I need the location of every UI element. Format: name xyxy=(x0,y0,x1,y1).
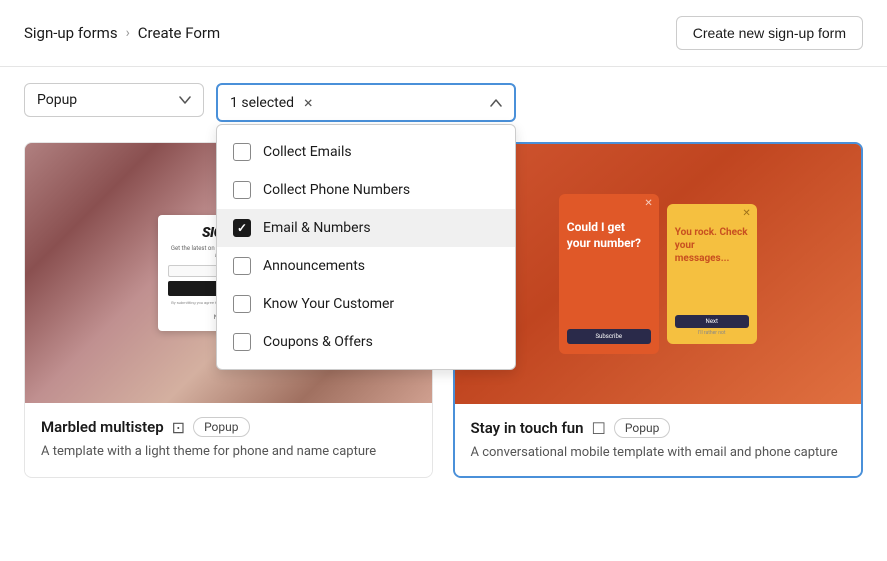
card-badge-marbled: Popup xyxy=(193,417,249,437)
dropdown-item-email-numbers[interactable]: ✓ Email & Numbers xyxy=(217,209,515,247)
card-title-stay: Stay in touch fun xyxy=(471,419,584,437)
filter-select-inner: 1 selected × xyxy=(230,93,313,112)
page-header: Sign-up forms › Create Form Create new s… xyxy=(0,0,887,67)
dropdown-label-collect-emails: Collect Emails xyxy=(263,144,352,160)
form-type-value: Popup xyxy=(37,92,77,108)
toolbar: Popup 1 selected × Collect Emails xyxy=(0,67,887,138)
convo-card-1: ✕ Could I get your number? Subscribe xyxy=(559,194,659,354)
convo-card1-close-icon: ✕ xyxy=(644,198,652,209)
desktop-icon: ⊡ xyxy=(172,418,185,437)
dropdown-label-coupons-offers: Coupons & Offers xyxy=(263,334,373,350)
convo-card2-next-btn: Next xyxy=(675,315,749,328)
card-title-marbled: Marbled multistep xyxy=(41,418,164,436)
dropdown-label-know-customer: Know Your Customer xyxy=(263,296,394,312)
dropdown-item-know-customer[interactable]: Know Your Customer xyxy=(217,285,515,323)
dropdown-item-announcements[interactable]: Announcements xyxy=(217,247,515,285)
convo-card2-text: You rock. Check your messages... xyxy=(675,226,749,265)
dropdown-label-email-numbers: Email & Numbers xyxy=(263,220,371,236)
dropdown-item-collect-phone[interactable]: Collect Phone Numbers xyxy=(217,171,515,209)
dropdown-label-collect-phone: Collect Phone Numbers xyxy=(263,182,410,198)
convo-card1-text: Could I get your number? xyxy=(567,220,651,251)
convo-card2-close-icon: ✕ xyxy=(742,208,750,219)
form-type-select[interactable]: Popup xyxy=(24,83,204,117)
checkbox-announcements[interactable] xyxy=(233,257,251,275)
card-title-row-marbled: Marbled multistep ⊡ Popup xyxy=(41,417,416,437)
card-badge-stay: Popup xyxy=(614,418,670,438)
checkbox-know-customer[interactable] xyxy=(233,295,251,313)
card-desc-stay: A conversational mobile template with em… xyxy=(471,444,846,462)
create-new-signup-form-button[interactable]: Create new sign-up form xyxy=(676,16,863,50)
breadcrumb-signupforms[interactable]: Sign-up forms xyxy=(24,24,118,42)
dropdown-item-collect-emails[interactable]: Collect Emails xyxy=(217,133,515,171)
card-info-marbled: Marbled multistep ⊡ Popup A template wit… xyxy=(25,403,432,475)
filter-select[interactable]: 1 selected × xyxy=(216,83,516,122)
convo-card2-no-btn: I'll rather not xyxy=(675,330,749,336)
convo-card-2: ✕ You rock. Check your messages... Next … xyxy=(667,204,757,344)
card-title-row-stay: Stay in touch fun ☐ Popup xyxy=(471,418,846,438)
chevron-down-icon xyxy=(179,96,191,104)
checkmark-icon: ✓ xyxy=(237,221,247,235)
checkbox-collect-phone[interactable] xyxy=(233,181,251,199)
dropdown-label-announcements: Announcements xyxy=(263,258,365,274)
convo-card1-subscribe-btn: Subscribe xyxy=(567,329,651,344)
filter-selected-badge: 1 selected xyxy=(230,95,294,111)
mobile-icon: ☐ xyxy=(592,419,606,438)
chevron-up-icon xyxy=(490,99,502,107)
breadcrumb-separator: › xyxy=(126,25,130,41)
checkbox-coupons-offers[interactable] xyxy=(233,333,251,351)
checkbox-email-numbers[interactable]: ✓ xyxy=(233,219,251,237)
filter-select-container: 1 selected × Collect Emails Collect Phon… xyxy=(216,83,516,122)
clear-filter-button[interactable]: × xyxy=(304,93,313,112)
filter-dropdown-menu: Collect Emails Collect Phone Numbers ✓ E… xyxy=(216,124,516,370)
dropdown-item-coupons-offers[interactable]: Coupons & Offers xyxy=(217,323,515,361)
breadcrumb: Sign-up forms › Create Form xyxy=(24,24,220,42)
card-info-stay: Stay in touch fun ☐ Popup A conversation… xyxy=(455,404,862,476)
breadcrumb-createform: Create Form xyxy=(138,24,220,42)
card-desc-marbled: A template with a light theme for phone … xyxy=(41,443,416,461)
checkbox-collect-emails[interactable] xyxy=(233,143,251,161)
